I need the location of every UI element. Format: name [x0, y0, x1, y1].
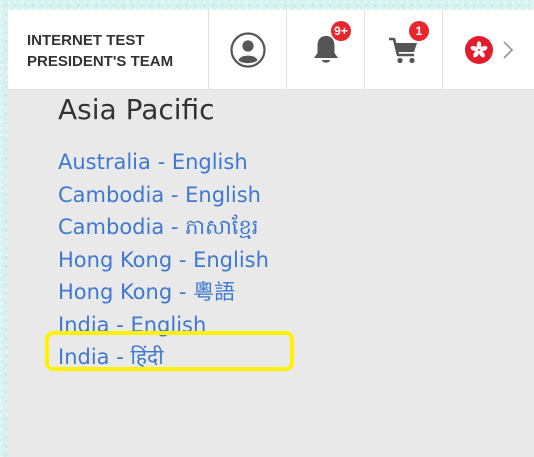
- region-heading: Asia Pacific: [58, 93, 215, 126]
- country-link-hong-kong-english[interactable]: Hong Kong - English: [58, 244, 269, 277]
- cart-button[interactable]: 1: [364, 10, 442, 90]
- chevron-right-icon[interactable]: [501, 40, 515, 60]
- country-link-cambodia-khmer[interactable]: Cambodia - ភាសាខ្មែរ: [58, 211, 269, 244]
- notification-count-badge: 9+: [331, 21, 351, 41]
- country-link-australia-english[interactable]: Australia - English: [58, 146, 269, 179]
- brand-line-1: INTERNET TEST: [27, 32, 145, 49]
- notifications-button[interactable]: 9+: [286, 10, 364, 90]
- country-link-india-hindi[interactable]: India - हिंदी: [58, 341, 269, 374]
- hong-kong-flag-icon: [465, 36, 493, 64]
- locale-selector[interactable]: [442, 10, 534, 90]
- brand-name[interactable]: INTERNET TEST PRESIDENT'S TEAM: [27, 30, 173, 72]
- country-language-list: Australia - English Cambodia - English C…: [58, 146, 269, 374]
- top-header: INTERNET TEST PRESIDENT'S TEAM 9+ 1: [8, 10, 534, 90]
- country-link-cambodia-english[interactable]: Cambodia - English: [58, 179, 269, 212]
- country-link-hong-kong-cantonese[interactable]: Hong Kong - 粵語: [58, 276, 269, 309]
- brand-line-2: PRESIDENT'S TEAM: [27, 53, 174, 70]
- user-icon: [229, 32, 266, 68]
- cart-count-badge: 1: [409, 21, 429, 41]
- account-button[interactable]: [208, 10, 286, 90]
- country-link-india-english[interactable]: India - English: [58, 309, 269, 342]
